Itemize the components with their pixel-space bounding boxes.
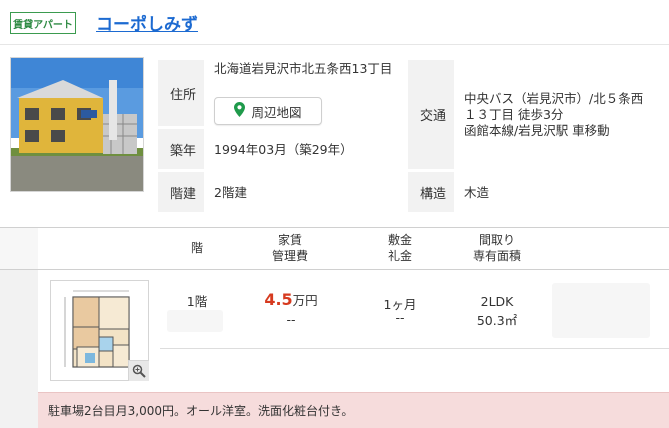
header-layout: 間取り: [478, 233, 515, 247]
transport-label: 交通: [408, 60, 454, 169]
header-management-fee: 管理費: [271, 249, 308, 263]
row-rent: 4.5万円: [246, 290, 336, 309]
built-year-label: 築年: [158, 129, 204, 169]
floors-label: 階建: [158, 172, 204, 212]
row-floor-area: 50.3㎡: [476, 313, 518, 328]
table-header-divider: [0, 269, 669, 270]
category-tag: 賃貸アパート: [10, 12, 76, 34]
structure-value: 木造: [464, 185, 490, 200]
nearby-map-button[interactable]: 周辺地図: [214, 97, 322, 125]
header-deposit: 敷金: [387, 233, 412, 247]
room-table-header: [0, 228, 669, 269]
built-year-value: 1994年03月（築29年）: [214, 142, 353, 157]
row-floor: 1階: [186, 294, 208, 309]
structure-label: 構造: [408, 172, 454, 212]
table-header-left-gutter: [0, 228, 38, 269]
row-management-fee: --: [286, 312, 296, 327]
transport-line-1: 中央バス（岩見沢市）/北５条西: [464, 91, 644, 106]
header-floor-area: 専有面積: [472, 249, 521, 263]
row-layout: 2LDK: [480, 294, 514, 309]
transport-line-3: 函館本線/岩見沢駅 車移動: [464, 123, 610, 138]
property-title-link[interactable]: コーポしみず: [96, 10, 198, 35]
magnifier-icon[interactable]: [128, 360, 149, 381]
address-value: 北海道岩見沢市北五条西13丁目: [214, 61, 393, 76]
floors-value: 2階建: [214, 185, 247, 200]
header-rent: 家賃: [277, 233, 302, 247]
row-floor-placeholder: [167, 310, 223, 332]
building-photo[interactable]: [10, 57, 144, 192]
map-pin-icon: [234, 102, 246, 120]
rent-amount: 4.5: [264, 290, 293, 309]
header-divider: [0, 44, 669, 45]
listing-note: 駐車場2台目月3,000円。オール洋室。洗面化粧台付き。: [38, 392, 669, 428]
transport-line-2: １３丁目 徒歩3分: [464, 107, 564, 122]
map-button-label: 周辺地図: [251, 104, 302, 120]
row-divider: [160, 348, 669, 349]
header-key-money: 礼金: [387, 249, 412, 263]
row-key-money: --: [395, 310, 405, 325]
rent-unit: 万円: [292, 293, 318, 308]
header-floor: 階: [190, 241, 203, 255]
table-row-left-gutter: [0, 270, 38, 428]
address-label: 住所: [158, 60, 204, 126]
row-action-placeholder: [552, 283, 650, 338]
